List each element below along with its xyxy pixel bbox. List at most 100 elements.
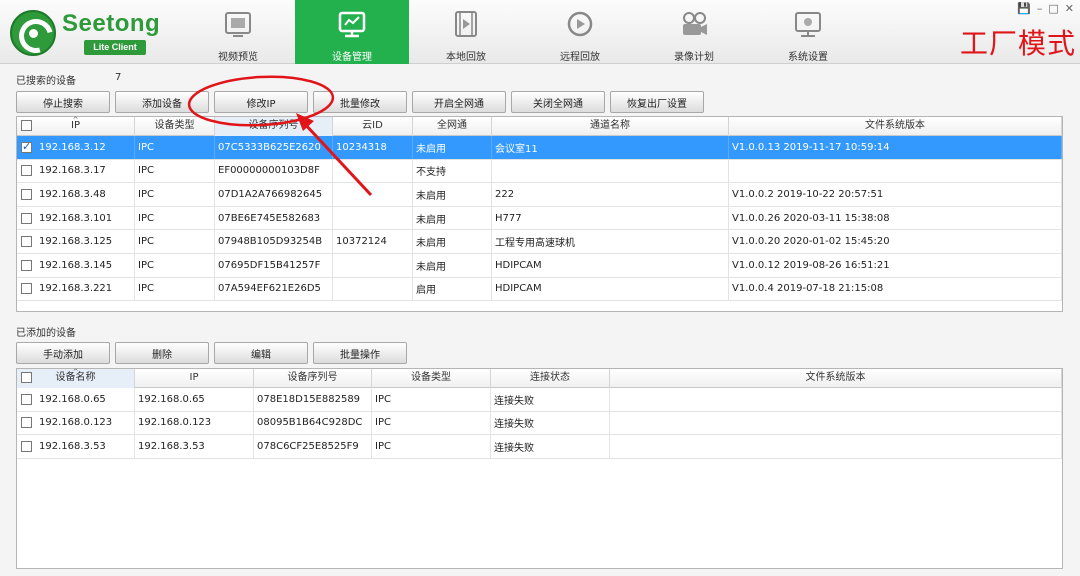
batch-operation-button[interactable]: 批量操作 bbox=[313, 342, 407, 364]
table-row[interactable]: 192.168.3.12 IPC 07C5333B625E2620 10234318 未… bbox=[17, 136, 1062, 160]
nav-tab-record-plan[interactable]: 录像计划 bbox=[637, 0, 751, 64]
video-preview-icon bbox=[225, 12, 251, 37]
nav-tab-video-preview[interactable]: 视频预览 bbox=[181, 0, 295, 64]
cell-channel-name bbox=[492, 159, 729, 183]
column-header-firmware-version[interactable]: 文件系统版本 bbox=[610, 369, 1062, 388]
row-checkbox[interactable] bbox=[21, 236, 32, 248]
added-devices-title: 已添加的设备 bbox=[16, 328, 76, 339]
select-all-checkbox[interactable] bbox=[21, 120, 32, 131]
row-checkbox[interactable] bbox=[21, 212, 32, 224]
cell-ip: 192.168.3.17 bbox=[17, 159, 135, 183]
column-header-ip[interactable]: IP bbox=[135, 369, 254, 388]
table-row[interactable]: 192.168.3.125 IPC 07948B105D93254B 10372124… bbox=[17, 230, 1062, 254]
nav-tab-device-manage[interactable]: 设备管理 bbox=[295, 0, 409, 64]
column-header-ip[interactable]: ^ IP bbox=[17, 117, 135, 136]
enable-all-network-button[interactable]: 开启全网通 bbox=[412, 91, 506, 113]
cell-serial-number: 078C6CF25E8525F9 bbox=[254, 435, 372, 458]
cell-device-type: IPC bbox=[135, 183, 215, 206]
cell-connection-status: 连接失败 bbox=[491, 388, 610, 411]
delete-button[interactable]: 删除 bbox=[115, 342, 209, 364]
add-device-button[interactable]: 添加设备 bbox=[115, 91, 209, 113]
table-row[interactable]: 192.168.3.101 IPC 07BE6E745E582683 未启用 H777 V… bbox=[17, 206, 1062, 231]
factory-reset-button[interactable]: 恢复出厂设置 bbox=[610, 91, 704, 113]
cell-text: 192.168.3.53 bbox=[39, 440, 106, 452]
select-all-checkbox[interactable] bbox=[21, 372, 32, 383]
cell-text: IPC bbox=[138, 165, 154, 177]
nav-tab-local-playback[interactable]: 本地回放 bbox=[409, 0, 523, 64]
stop-search-button[interactable]: 停止搜索 bbox=[16, 91, 110, 113]
cell-text: 07A594EF621E26D5 bbox=[218, 283, 321, 295]
cell-text: 192.168.3.48 bbox=[39, 188, 106, 200]
nav-tab-label: 视频预览 bbox=[218, 52, 258, 63]
column-header-firmware-version[interactable]: 文件系统版本 bbox=[729, 117, 1062, 136]
cell-text: 222 bbox=[495, 188, 515, 200]
table-row[interactable]: 192.168.3.48 IPC 07D1A2A766982645 未启用 222 V1.… bbox=[17, 183, 1062, 207]
table-row[interactable]: 192.168.3.53 192.168.3.53 078C6CF25E8525F9… bbox=[17, 435, 1062, 459]
column-header-device-name[interactable]: ^ 设备名称 bbox=[17, 369, 135, 388]
column-header-device-type[interactable]: 设备类型 bbox=[372, 369, 491, 388]
cell-serial-number: 07695DF15B41257F bbox=[215, 253, 333, 277]
cell-text: 未启用 bbox=[416, 261, 446, 273]
cell-text: HDIPCAM bbox=[495, 283, 542, 295]
cell-device-type: IPC bbox=[135, 230, 215, 253]
save-icon[interactable]: 💾 bbox=[1017, 2, 1031, 15]
row-checkbox[interactable] bbox=[21, 259, 32, 271]
column-header-label: 文件系统版本 bbox=[865, 120, 925, 131]
table-row[interactable]: 192.168.0.65 192.168.0.65 078E18D15E882589… bbox=[17, 388, 1062, 412]
cell-ip: 192.168.3.125 bbox=[17, 230, 135, 253]
disable-all-network-button[interactable]: 关闭全网通 bbox=[511, 91, 605, 113]
column-header-cloud-id[interactable]: 云ID bbox=[333, 117, 413, 136]
batch-modify-button[interactable]: 批量修改 bbox=[313, 91, 407, 113]
app-logo: Seetong Lite Client bbox=[10, 8, 160, 58]
added-toolbar: 手动添加 删除 编辑 批量操作 bbox=[16, 342, 407, 364]
cell-device-name: 192.168.3.53 bbox=[17, 435, 135, 458]
row-checkbox[interactable] bbox=[21, 393, 32, 405]
modify-ip-button[interactable]: 修改IP bbox=[214, 91, 308, 113]
row-checkbox[interactable] bbox=[21, 440, 32, 452]
column-header-serial-number[interactable]: 设备序列号 bbox=[254, 369, 372, 388]
maximize-button[interactable]: □ bbox=[1048, 2, 1058, 15]
cell-text: 07695DF15B41257F bbox=[218, 259, 321, 271]
nav-tab-system-settings[interactable]: 系统设置 bbox=[751, 0, 865, 64]
table-header: ^ 设备名称 IP 设备序列号 设备类型 连接状态 文件系统版本 bbox=[17, 369, 1062, 388]
column-header-connection-status[interactable]: 连接状态 bbox=[491, 369, 610, 388]
table-row[interactable]: 192.168.3.145 IPC 07695DF15B41257F 未启用 HDIPC… bbox=[17, 253, 1062, 278]
cell-firmware-version: V1.0.0.2 2019-10-22 20:57:51 bbox=[729, 183, 1062, 206]
row-checkbox[interactable] bbox=[21, 283, 32, 295]
top-bar: Seetong Lite Client 视频预览 设备管理 本地回放 远程回放 录像计划… bbox=[0, 0, 1080, 64]
row-checkbox[interactable] bbox=[21, 188, 32, 200]
column-header-serial-number[interactable]: 设备序列号 bbox=[215, 117, 333, 136]
cell-all-network: 未启用 bbox=[413, 136, 492, 159]
row-checkbox[interactable] bbox=[21, 140, 32, 153]
cell-text: V1.0.0.2 2019-10-22 20:57:51 bbox=[732, 188, 884, 200]
edit-button[interactable]: 编辑 bbox=[214, 342, 308, 364]
cell-text: IPC bbox=[138, 283, 154, 295]
cell-device-type: IPC bbox=[372, 435, 491, 458]
row-checkbox[interactable] bbox=[21, 165, 32, 177]
cell-channel-name: H777 bbox=[492, 206, 729, 230]
cell-text: IPC bbox=[375, 393, 391, 405]
cell-serial-number: 07BE6E745E582683 bbox=[215, 206, 333, 230]
cell-cloud-id: 10234318 bbox=[333, 136, 413, 159]
cell-text: 078E18D15E882589 bbox=[257, 393, 361, 405]
table-row[interactable]: 192.168.0.123 192.168.0.123 08095B1B64C928… bbox=[17, 411, 1062, 436]
nav-tab-remote-playback[interactable]: 远程回放 bbox=[523, 0, 637, 64]
cell-text: 未启用 bbox=[416, 143, 446, 155]
column-header-device-type[interactable]: 设备类型 bbox=[135, 117, 215, 136]
manual-add-button[interactable]: 手动添加 bbox=[16, 342, 110, 364]
cell-ip: 192.168.3.12 bbox=[17, 136, 135, 159]
table-row[interactable]: 192.168.3.221 IPC 07A594EF621E26D5 启用 HDIPCA… bbox=[17, 277, 1062, 302]
column-header-label: 文件系统版本 bbox=[805, 372, 866, 383]
cell-cloud-id bbox=[333, 206, 413, 230]
cell-text: 192.168.3.53 bbox=[138, 440, 205, 452]
column-header-channel-name[interactable]: 通道名称 bbox=[492, 117, 729, 136]
column-header-all-network[interactable]: 全网通 bbox=[413, 117, 492, 136]
cell-text: 10234318 bbox=[336, 141, 387, 153]
nav-tab-label: 录像计划 bbox=[674, 52, 714, 63]
cell-all-network: 启用 bbox=[413, 277, 492, 301]
minimize-button[interactable]: – bbox=[1037, 2, 1043, 15]
close-button[interactable]: ✕ bbox=[1065, 2, 1074, 15]
table-row[interactable]: 192.168.3.17 IPC EF00000000103D8F 不支持 bbox=[17, 159, 1062, 184]
nav-tab-label: 系统设置 bbox=[788, 52, 828, 63]
row-checkbox[interactable] bbox=[21, 417, 32, 429]
